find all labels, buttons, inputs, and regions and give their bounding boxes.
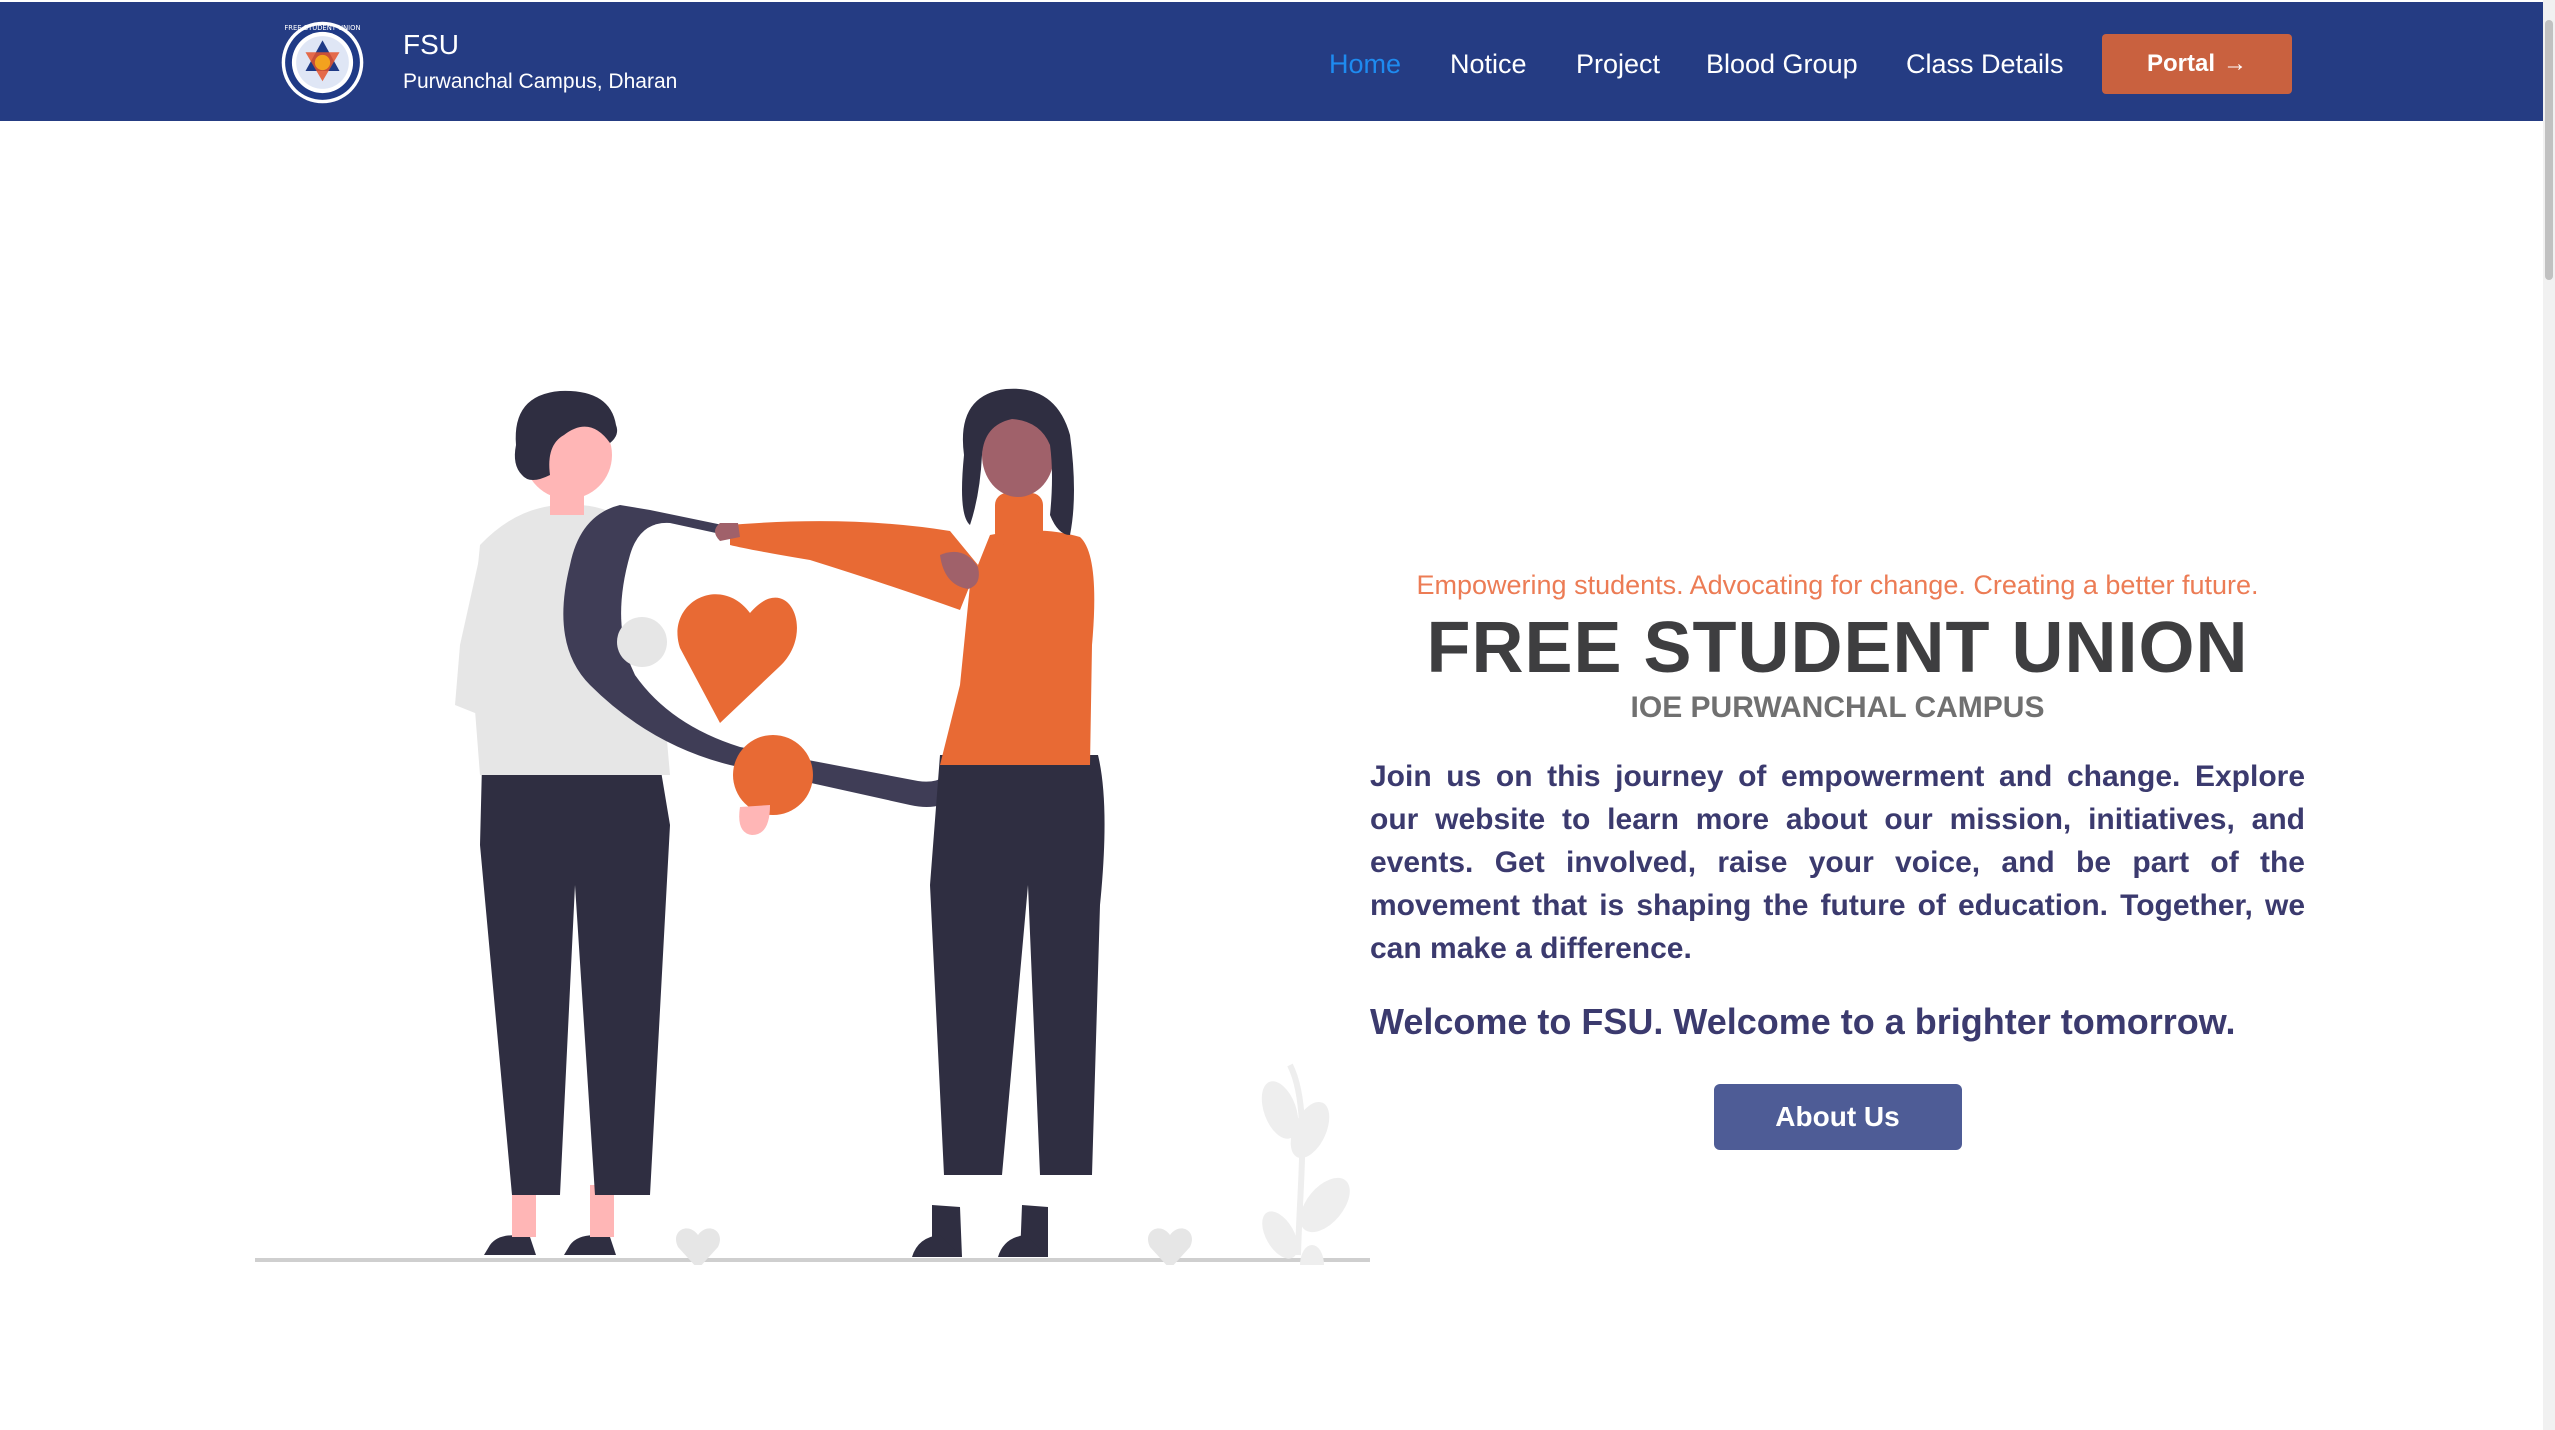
- hero-tagline: Empowering students. Advocating for chan…: [1416, 570, 2259, 600]
- hero-illustration: [255, 388, 1370, 1265]
- navbar: FREE STUDENT UNION FSU Purwanchal Campus…: [0, 2, 2555, 121]
- hand-bottom-left: [739, 805, 770, 835]
- portal-label: Portal: [2146, 50, 2215, 77]
- hero-section: Empowering students. Advocating for chan…: [1370, 565, 2305, 1150]
- portal-button[interactable]: Portal →: [2102, 34, 2292, 94]
- arrow-right-icon: →: [2223, 50, 2247, 77]
- page-scrollbar[interactable]: [2543, 0, 2555, 1430]
- hero-title: FREE STUDENT UNION: [1426, 608, 2249, 688]
- welcome-text: Welcome to FSU. Welcome to a brighter to…: [1370, 1001, 2236, 1042]
- hero-subtitle: IOE PURWANCHAL CAMPUS: [1630, 691, 2045, 724]
- nav-notice[interactable]: Notice: [1450, 44, 1527, 84]
- nav-project[interactable]: Project: [1576, 44, 1660, 84]
- person-right: [715, 388, 1105, 1257]
- nav-blood-group[interactable]: Blood Group: [1706, 44, 1858, 84]
- scrollbar-thumb[interactable]: [2545, 20, 2553, 280]
- svg-text:FREE STUDENT UNION: FREE STUDENT UNION: [284, 24, 360, 32]
- hero-description: Join us on this journey of empowerment a…: [1370, 760, 2305, 965]
- nav-home[interactable]: Home: [1329, 44, 1401, 84]
- plant-decoration: [1261, 1063, 1350, 1265]
- nav-class-details[interactable]: Class Details: [1906, 44, 2064, 84]
- about-us-button[interactable]: About Us: [1713, 1084, 1962, 1150]
